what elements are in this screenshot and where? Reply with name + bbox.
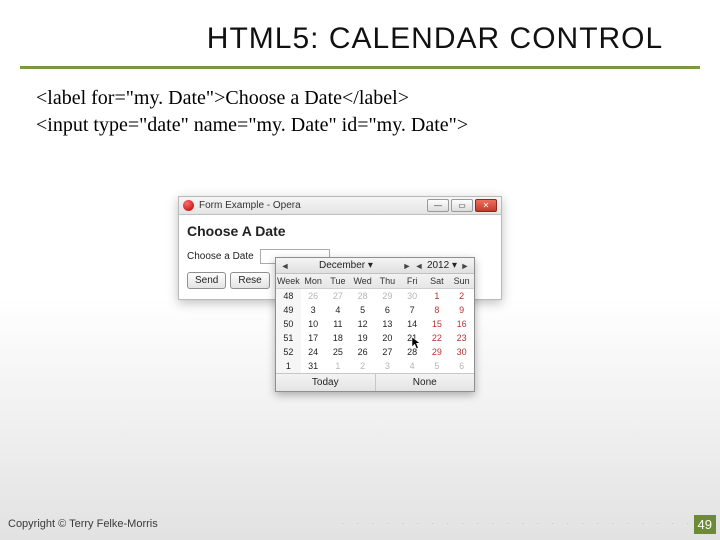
- none-button[interactable]: None: [376, 374, 475, 391]
- calendar-day[interactable]: 8: [425, 303, 450, 317]
- calendar-day[interactable]: 1: [326, 359, 351, 373]
- calendar-day[interactable]: 21: [400, 331, 425, 345]
- calendar-day[interactable]: 25: [326, 345, 351, 359]
- week-number: 49: [276, 303, 301, 317]
- calendar-day[interactable]: 2: [350, 359, 375, 373]
- window-buttons: — ▭ ✕: [427, 199, 497, 212]
- calendar-day[interactable]: 31: [301, 359, 326, 373]
- code-block: <label for="my. Date">Choose a Date</lab…: [0, 69, 720, 139]
- calendar-day[interactable]: 15: [425, 317, 450, 331]
- calendar-footer: Today None: [276, 373, 474, 391]
- calendar-day[interactable]: 11: [326, 317, 351, 331]
- calendar-day[interactable]: 30: [400, 289, 425, 303]
- calendar-month[interactable]: December ▾: [291, 260, 401, 271]
- calendar-day[interactable]: 29: [425, 345, 450, 359]
- copyright-text: Copyright © Terry Felke-Morris: [8, 518, 158, 530]
- code-line-1: <label for="my. Date">Choose a Date</lab…: [36, 85, 720, 112]
- calendar-day[interactable]: 6: [449, 359, 474, 373]
- calendar-day[interactable]: 5: [350, 303, 375, 317]
- prev-year-icon[interactable]: ◄: [413, 261, 425, 271]
- today-button[interactable]: Today: [276, 374, 376, 391]
- next-year-icon[interactable]: ►: [459, 261, 471, 271]
- chevron-down-icon: ▾: [452, 260, 457, 271]
- mouse-cursor-icon: [412, 337, 421, 349]
- calendar-day[interactable]: 26: [350, 345, 375, 359]
- page-number: 49: [694, 515, 716, 534]
- calendar-day[interactable]: 30: [449, 345, 474, 359]
- calendar-day[interactable]: 14: [400, 317, 425, 331]
- week-number: 48: [276, 289, 301, 303]
- week-number: 1: [276, 359, 301, 373]
- calendar-day[interactable]: 2: [449, 289, 474, 303]
- slide-title: HTML5: CALENDAR CONTROL: [0, 0, 720, 62]
- chevron-down-icon: ▾: [368, 260, 373, 271]
- calendar-day[interactable]: 7: [400, 303, 425, 317]
- window-title: Form Example - Opera: [199, 200, 427, 211]
- week-number: 51: [276, 331, 301, 345]
- calendar-day[interactable]: 13: [375, 317, 400, 331]
- calendar-day[interactable]: 27: [375, 345, 400, 359]
- calendar-day[interactable]: 10: [301, 317, 326, 331]
- day-header: Mon: [301, 274, 326, 289]
- calendar-day[interactable]: 29: [375, 289, 400, 303]
- calendar-day[interactable]: 16: [449, 317, 474, 331]
- calendar-grid: WeekMonTueWedThuFriSatSun482627282930124…: [276, 274, 474, 373]
- calendar-day[interactable]: 12: [350, 317, 375, 331]
- close-button[interactable]: ✕: [475, 199, 497, 212]
- calendar-day[interactable]: 9: [449, 303, 474, 317]
- calendar-day[interactable]: 3: [301, 303, 326, 317]
- calendar-day[interactable]: 26: [301, 289, 326, 303]
- reset-button[interactable]: Rese: [230, 272, 269, 289]
- next-month-icon[interactable]: ►: [401, 261, 413, 271]
- maximize-button[interactable]: ▭: [451, 199, 473, 212]
- calendar-header: ◄ December ▾ ► ◄ 2012 ▾ ►: [276, 258, 474, 274]
- calendar-day[interactable]: 1: [425, 289, 450, 303]
- day-header: Sun: [449, 274, 474, 289]
- calendar-day[interactable]: 18: [326, 331, 351, 345]
- day-header: Tue: [326, 274, 351, 289]
- page-heading: Choose A Date: [187, 223, 493, 239]
- code-line-2: <input type="date" name="my. Date" id="m…: [36, 112, 720, 139]
- calendar-day[interactable]: 23: [449, 331, 474, 345]
- window-titlebar: Form Example - Opera — ▭ ✕: [179, 197, 501, 215]
- date-label: Choose a Date: [187, 251, 254, 262]
- calendar-day[interactable]: 6: [375, 303, 400, 317]
- day-header: Wed: [350, 274, 375, 289]
- send-button[interactable]: Send: [187, 272, 226, 289]
- year-label: 2012: [427, 260, 449, 271]
- calendar-day[interactable]: 20: [375, 331, 400, 345]
- calendar-day[interactable]: 4: [400, 359, 425, 373]
- browser-window: Form Example - Opera — ▭ ✕ Choose A Date…: [178, 196, 502, 300]
- calendar-day[interactable]: 28: [350, 289, 375, 303]
- window-content: Choose A Date Choose a Date Send Rese ◄ …: [179, 215, 501, 299]
- month-label: December: [319, 260, 365, 271]
- day-header: Thu: [375, 274, 400, 289]
- calendar-popup: ◄ December ▾ ► ◄ 2012 ▾ ► WeekMonTueWedT…: [275, 257, 475, 392]
- day-header: Fri: [400, 274, 425, 289]
- calendar-day[interactable]: 3: [375, 359, 400, 373]
- day-header: Sat: [425, 274, 450, 289]
- opera-icon: [183, 200, 194, 211]
- week-number: 50: [276, 317, 301, 331]
- minimize-button[interactable]: —: [427, 199, 449, 212]
- calendar-day[interactable]: 17: [301, 331, 326, 345]
- calendar-day[interactable]: 27: [326, 289, 351, 303]
- calendar-day[interactable]: 19: [350, 331, 375, 345]
- week-number: 52: [276, 345, 301, 359]
- calendar-day[interactable]: 22: [425, 331, 450, 345]
- calendar-day[interactable]: 4: [326, 303, 351, 317]
- prev-month-icon[interactable]: ◄: [279, 261, 291, 271]
- footer-dots: . . . . . . . . . . . . . . . . . . . . …: [341, 516, 694, 526]
- calendar-day[interactable]: 24: [301, 345, 326, 359]
- day-header: Week: [276, 274, 301, 289]
- calendar-day[interactable]: 5: [425, 359, 450, 373]
- calendar-year[interactable]: 2012 ▾: [425, 260, 459, 271]
